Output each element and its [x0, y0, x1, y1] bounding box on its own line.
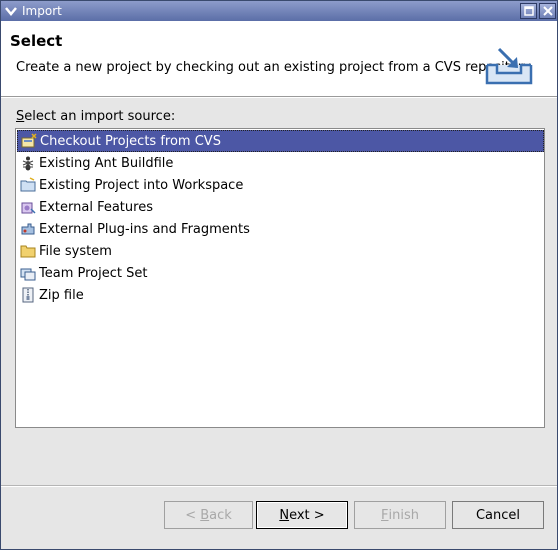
title-bar[interactable]: Import — [1, 1, 557, 21]
cancel-button[interactable]: Cancel — [452, 501, 544, 529]
maximize-icon — [523, 6, 534, 16]
page-description: Create a new project by checking out an … — [16, 60, 534, 75]
list-item-label: External Plug-ins and Fragments — [39, 221, 250, 237]
list-item-label: File system — [39, 243, 112, 259]
import-source-label: Select an import source: — [16, 109, 175, 124]
features-icon — [21, 202, 36, 214]
list-item-team-project-set[interactable]: Team Project Set — [17, 262, 544, 284]
back-label: ack — [209, 507, 232, 523]
list-item-label: Zip file — [39, 287, 84, 303]
back-prefix: < — [185, 507, 201, 523]
maximize-button[interactable] — [520, 3, 537, 19]
next-button[interactable]: Next > — [256, 501, 348, 529]
list-item-file-system[interactable]: File system — [17, 240, 544, 262]
zip-icon — [22, 287, 34, 303]
list-item-cvs-checkout[interactable]: Checkout Projects from CVS — [17, 130, 544, 152]
back-button[interactable]: < Back — [164, 501, 253, 529]
list-item-label: Existing Ant Buildfile — [39, 155, 174, 171]
import-dialog: Import Select Create a new project by ch… — [0, 0, 558, 550]
import-source-list[interactable]: Checkout Projects from CVS Existing Ant … — [15, 128, 545, 428]
back-mnemonic: B — [200, 507, 210, 523]
finish-button[interactable]: Finish — [354, 501, 446, 529]
list-item-zip-file[interactable]: Zip file — [17, 284, 544, 306]
window-menu-icon[interactable] — [3, 3, 19, 19]
folder-icon — [20, 245, 36, 258]
page-title: Select — [10, 32, 63, 50]
project-folder-icon — [20, 177, 36, 192]
list-item-label: Checkout Projects from CVS — [40, 133, 221, 149]
close-button[interactable] — [539, 3, 556, 19]
finish-mnemonic: F — [381, 507, 389, 523]
list-item-label: External Features — [39, 199, 153, 215]
window-title: Import — [22, 4, 62, 18]
label-text: elect an import source: — [24, 109, 176, 124]
list-item-external-features[interactable]: External Features — [17, 196, 544, 218]
list-item-external-plugins[interactable]: External Plug-ins and Fragments — [17, 218, 544, 240]
plugin-icon — [21, 223, 35, 235]
list-item-label: Existing Project into Workspace — [39, 177, 244, 193]
finish-label: inish — [388, 507, 419, 523]
list-item-existing-project[interactable]: Existing Project into Workspace — [17, 174, 544, 196]
header-divider — [1, 97, 557, 98]
list-item-ant-buildfile[interactable]: Existing Ant Buildfile — [17, 152, 544, 174]
close-icon — [542, 6, 553, 16]
import-wizard-icon — [485, 47, 533, 85]
ant-icon — [22, 156, 34, 171]
next-label: ext > — [289, 507, 325, 523]
team-project-icon — [20, 268, 36, 281]
cvs-checkout-icon — [21, 133, 37, 148]
wizard-header: Select Create a new project by checking … — [1, 21, 557, 97]
next-mnemonic: N — [279, 507, 290, 523]
button-bar-divider-highlight — [1, 486, 557, 487]
list-item-label: Team Project Set — [39, 265, 148, 281]
